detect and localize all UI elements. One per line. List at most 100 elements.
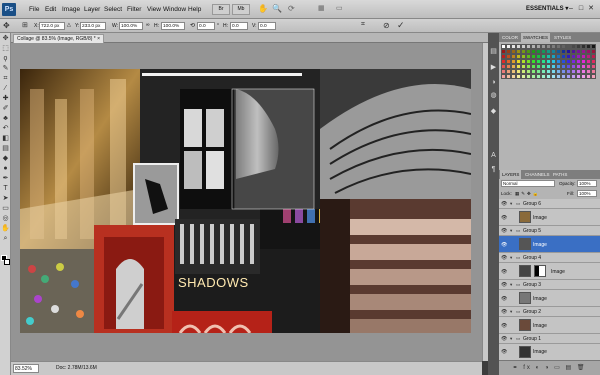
layer-row-group5[interactable]: 👁 ▾ ▭ Group 5: [499, 226, 600, 236]
stamp-tool-icon[interactable]: ♣: [1, 114, 10, 123]
type-tool-icon[interactable]: T: [1, 184, 10, 193]
layer-row-image-selected[interactable]: 👁 Image: [499, 236, 600, 253]
path-select-tool-icon[interactable]: ➤: [1, 194, 10, 203]
lasso-tool-icon[interactable]: ϙ: [1, 54, 10, 63]
visibility-eye-icon[interactable]: 👁: [501, 323, 507, 329]
layer-row-group1[interactable]: 👁 ▾ ▭ Group 1: [499, 334, 600, 344]
actions-panel-icon[interactable]: ▶: [489, 63, 498, 72]
shadows-text-layer[interactable]: SHADOWS: [178, 275, 249, 290]
document-tab[interactable]: Collage @ 83.5% (Image, RGB/8) * ×: [13, 34, 105, 43]
menu-image[interactable]: Image: [62, 0, 80, 19]
quick-select-tool-icon[interactable]: ✎: [1, 64, 10, 73]
tab-channels[interactable]: CHANNELS: [523, 170, 552, 179]
menu-help[interactable]: Help: [188, 0, 201, 19]
expand-triangle-icon[interactable]: ▾: [510, 228, 512, 234]
opacity-field[interactable]: 100%: [577, 180, 597, 187]
visibility-eye-icon[interactable]: 👁: [501, 255, 507, 261]
layer-row-image[interactable]: 👁 Image: [499, 344, 600, 360]
minimize-icon[interactable]: –: [566, 3, 576, 15]
visibility-eye-icon[interactable]: 👁: [501, 282, 507, 288]
marquee-tool-icon[interactable]: ⬚: [1, 44, 10, 53]
layer-row-image[interactable]: 👁 Image: [499, 209, 600, 226]
history-panel-icon[interactable]: ▤: [489, 47, 498, 56]
tab-color[interactable]: COLOR: [500, 33, 520, 42]
menu-edit[interactable]: Edit: [45, 0, 56, 19]
y-field[interactable]: 233.0 px: [80, 22, 106, 30]
shape-tool-icon[interactable]: ▭: [1, 204, 10, 213]
expand-triangle-icon[interactable]: ▾: [510, 309, 512, 315]
color-swatch[interactable]: [591, 74, 596, 79]
commit-transform-icon[interactable]: ✓: [397, 20, 405, 31]
zoom-field[interactable]: 83.52%: [13, 364, 39, 373]
visibility-eye-icon[interactable]: 👁: [501, 242, 507, 248]
visibility-eye-icon[interactable]: 👁: [501, 336, 507, 342]
hskew-field[interactable]: 0.0: [230, 22, 248, 30]
menu-layer[interactable]: Layer: [84, 0, 100, 19]
dodge-tool-icon[interactable]: ●: [1, 164, 10, 173]
minibridge-button[interactable]: Mb: [232, 4, 250, 15]
3d-rotate-tool-icon[interactable]: ◎: [1, 214, 10, 223]
menu-select[interactable]: Select: [104, 0, 122, 19]
x-field[interactable]: 722.0 px: [39, 22, 65, 30]
3d-panel-icon[interactable]: ◆: [489, 107, 498, 116]
warp-icon[interactable]: ⌗: [361, 21, 365, 29]
visibility-eye-icon[interactable]: 👁: [501, 228, 507, 234]
vskew-field[interactable]: 0.0: [258, 22, 276, 30]
character-panel-icon[interactable]: A: [489, 151, 498, 160]
expand-triangle-icon[interactable]: ▾: [510, 336, 512, 342]
layer-row-group4[interactable]: 👁 ▾ ▭ Group 4: [499, 253, 600, 263]
doc-size-info[interactable]: Doc: 2.78M/13.6M: [56, 364, 97, 373]
width-field[interactable]: 100.0%: [119, 22, 143, 30]
menu-view[interactable]: View: [147, 0, 161, 19]
visibility-eye-icon[interactable]: 👁: [501, 296, 507, 302]
menu-file[interactable]: File: [29, 0, 39, 19]
zoom-icon[interactable]: 🔍: [272, 4, 282, 13]
visibility-eye-icon[interactable]: 👁: [501, 349, 507, 355]
visibility-eye-icon[interactable]: 👁: [501, 269, 507, 275]
tab-layers[interactable]: LAYERS: [500, 170, 522, 179]
move-tool-icon[interactable]: ✥: [3, 21, 10, 30]
adjustments-panel-icon[interactable]: ◑: [489, 78, 498, 87]
blur-tool-icon[interactable]: ◆: [1, 154, 10, 163]
close-icon[interactable]: ✕: [586, 3, 596, 15]
angle-field[interactable]: 0.0: [197, 22, 215, 30]
layer-row-image[interactable]: 👁 Image: [499, 317, 600, 334]
tab-paths[interactable]: PATHS: [551, 170, 569, 179]
rotate-view-icon[interactable]: ⟳: [288, 4, 295, 13]
healing-tool-icon[interactable]: ✚: [1, 94, 10, 103]
expand-triangle-icon[interactable]: ▾: [510, 282, 512, 288]
maximize-icon[interactable]: □: [576, 3, 586, 15]
fill-field[interactable]: 100%: [577, 190, 597, 197]
workspace-switcher[interactable]: ESSENTIALS ▾: [526, 0, 568, 19]
layer-row-group6[interactable]: 👁 ▾ ▭ Group 6: [499, 199, 600, 209]
pen-tool-icon[interactable]: ✒: [1, 174, 10, 183]
paragraph-panel-icon[interactable]: ¶: [489, 165, 498, 174]
screen-mode-icon[interactable]: ▭: [336, 4, 343, 12]
layer-row-image[interactable]: 👁 Image: [499, 290, 600, 307]
lock-icons[interactable]: ▦✎✥🔒: [515, 190, 540, 197]
crop-tool-icon[interactable]: ⌗: [1, 74, 10, 83]
hand-tool-icon[interactable]: ✋: [1, 224, 10, 233]
menu-filter[interactable]: Filter: [127, 0, 141, 19]
delta-icon[interactable]: △: [67, 22, 71, 28]
visibility-eye-icon[interactable]: 👁: [501, 215, 507, 221]
height-field[interactable]: 100.0%: [161, 22, 185, 30]
expand-triangle-icon[interactable]: ▾: [510, 201, 512, 207]
layer-row-image-mask[interactable]: 👁 Image: [499, 263, 600, 280]
background-color-swatch[interactable]: [4, 259, 10, 265]
blend-mode-select[interactable]: Normal: [501, 180, 555, 187]
zoom-tool-icon[interactable]: ⌕: [1, 234, 10, 243]
layer-mask-thumbnail[interactable]: [534, 265, 546, 277]
eyedropper-tool-icon[interactable]: ⁄: [1, 84, 10, 93]
bridge-button[interactable]: Br: [212, 4, 230, 15]
expand-triangle-icon[interactable]: ▾: [510, 255, 512, 261]
reference-point-icon[interactable]: ⊞: [22, 21, 28, 29]
collage-canvas[interactable]: [20, 69, 471, 333]
hand-icon[interactable]: ✋: [258, 4, 268, 13]
visibility-eye-icon[interactable]: 👁: [501, 201, 507, 207]
layer-row-group3[interactable]: 👁 ▾ ▭ Group 3: [499, 280, 600, 290]
masks-panel-icon[interactable]: ◍: [489, 91, 498, 100]
cancel-transform-icon[interactable]: ⊘: [383, 21, 390, 30]
menu-window[interactable]: Window: [163, 0, 186, 19]
move-tool-icon[interactable]: ✥: [1, 34, 10, 43]
